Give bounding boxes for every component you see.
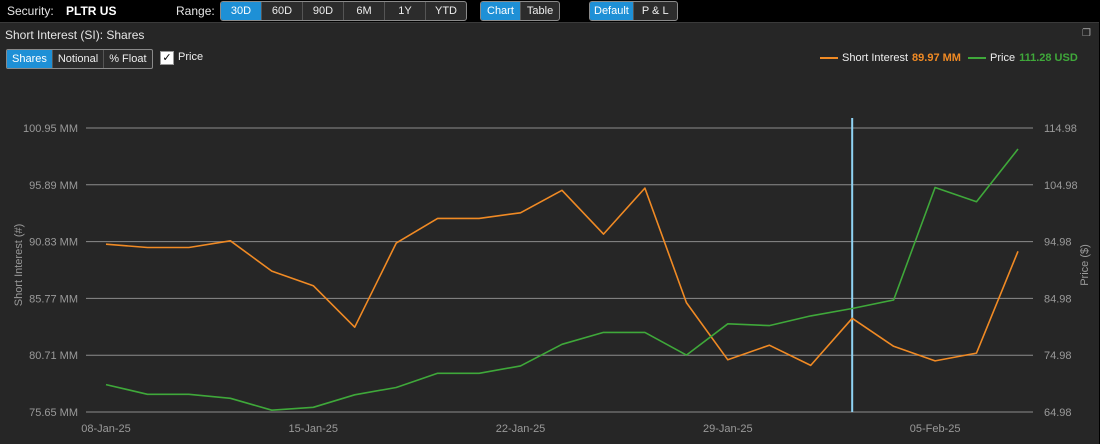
y2-tick-label: 64.98 — [1044, 407, 1072, 419]
short-interest-line — [105, 187, 1019, 367]
y2-tick-label: 74.98 — [1044, 350, 1072, 362]
y-axis-title: Short Interest (#) — [13, 224, 25, 307]
y2-tick-label: 84.98 — [1044, 293, 1072, 305]
y-tick-label: 90.83 MM — [29, 237, 78, 249]
short-interest-chart[interactable]: 75.65 MM 64.98 80.71 MM 74.98 85.77 MM 84.98 9… — [0, 0, 1100, 443]
y-tick-label: 85.77 MM — [29, 293, 78, 305]
x-tick-label: 15-Jan-25 — [288, 423, 338, 435]
y-tick-label: 75.65 MM — [29, 407, 78, 419]
x-tick-label: 29-Jan-25 — [703, 423, 753, 435]
x-tick-label: 22-Jan-25 — [496, 423, 546, 435]
y-tick-label: 100.95 MM — [23, 123, 78, 135]
y2-tick-label: 114.98 — [1044, 123, 1077, 135]
x-tick-label: 05-Feb-25 — [910, 423, 961, 435]
y-tick-label: 95.89 MM — [29, 180, 78, 192]
y2-axis-title: Price ($) — [1079, 244, 1091, 286]
y-tick-label: 80.71 MM — [29, 350, 78, 362]
price-line — [105, 148, 1019, 412]
y2-tick-label: 94.98 — [1044, 237, 1072, 249]
x-tick-label: 08-Jan-25 — [81, 423, 131, 435]
y2-tick-label: 104.98 — [1044, 180, 1078, 192]
